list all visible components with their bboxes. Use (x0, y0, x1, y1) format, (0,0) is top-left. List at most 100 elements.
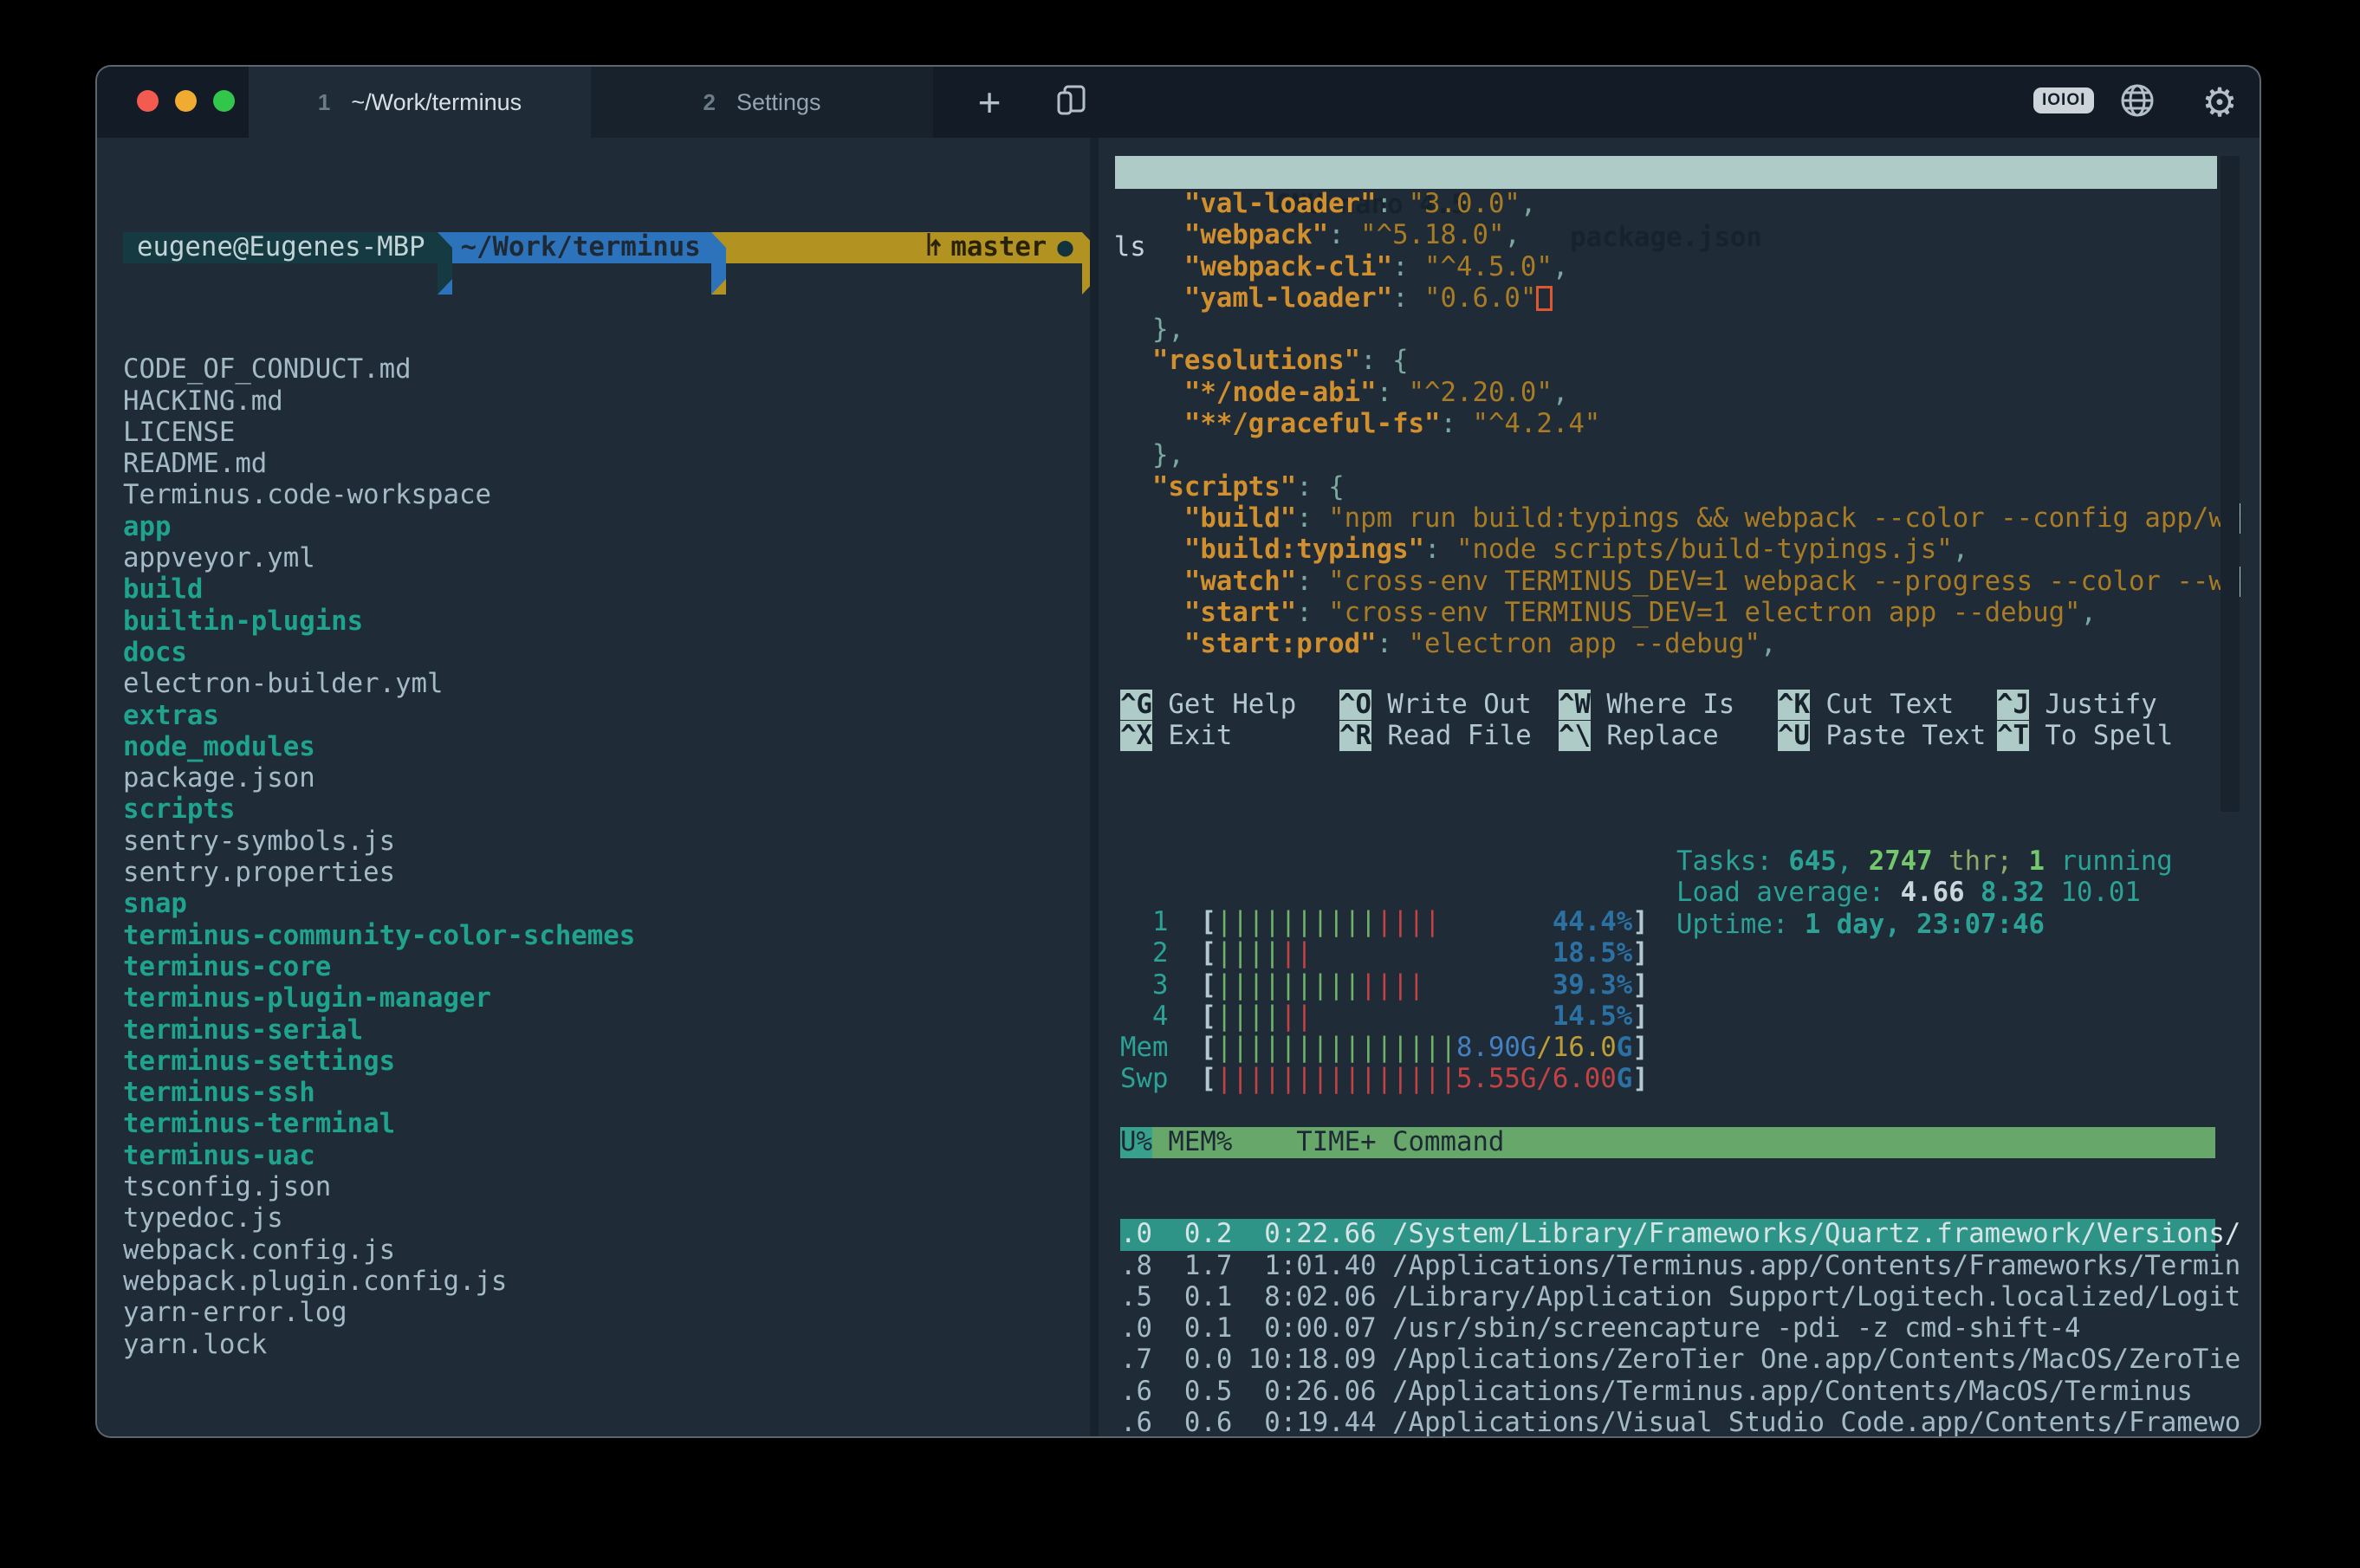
file-entry: sentry-symbols.js (123, 826, 1090, 858)
network-button[interactable] (2111, 67, 2163, 138)
nano-line: "build:typings": "node scripts/build-typ… (1120, 535, 2240, 566)
scrollbar[interactable] (2221, 156, 2240, 812)
file-entry: HACKING.md (123, 386, 1090, 418)
prompt-git-segment: master ● (726, 232, 1082, 263)
process-row: .0 0.1 0:00.07 /usr/sbin/screencapture -… (1120, 1313, 2215, 1344)
nano-line: "val-loader": "3.0.0", (1120, 189, 2240, 220)
process-row: .5 0.1 8:02.06 /Library/Application Supp… (1120, 1282, 2215, 1313)
process-table-header: U% MEM% TIME+ Command (1120, 1127, 2215, 1158)
directory-entry: build (123, 574, 1090, 606)
directory-entry: terminus-serial (123, 1015, 1090, 1046)
process-table: U% MEM% TIME+ Command .0 0.2 0:22.66 /Sy… (1120, 1066, 2215, 1438)
nano-line: "webpack-cli": "^4.5.0", (1120, 252, 2240, 283)
git-dirty-dot: ● (1057, 232, 1073, 263)
nano-line: "watch": "cross-env TERMINUS_DEV=1 webpa… (1120, 567, 2240, 598)
file-entry: appveyor.yml (123, 543, 1090, 574)
nano-line: "start:prod": "electron app --debug", (1120, 629, 2240, 660)
directory-entry: terminus-plugin-manager (123, 983, 1090, 1014)
pane-divider[interactable] (1090, 138, 1099, 1436)
directory-entry: terminus-uac (123, 1141, 1090, 1172)
directory-entry: terminus-settings (123, 1046, 1090, 1078)
meter-3: 3[|||||||||||||39.3%] (1120, 970, 2215, 1001)
gear-icon: ⚙ (2201, 79, 2237, 126)
nano-shortcut: ^J Justify (1997, 690, 2216, 721)
tasks-line: Uptime: 1 day, 23:07:46 (1676, 910, 2173, 941)
tasks-summary: Tasks: 645, 2747 thr; 1 runningLoad aver… (1676, 846, 2173, 941)
serial-badge[interactable]: IOIOI (2033, 87, 2094, 113)
file-entry: webpack.plugin.config.js (123, 1267, 1090, 1298)
meter-2: 2[||||||18.5%] (1120, 938, 2215, 969)
ls-output: CODE_OF_CONDUCT.mdHACKING.mdLICENSEREADM… (123, 354, 1090, 1361)
nano-shortcut: ^T To Spell (1997, 721, 2216, 752)
nano-line: "start": "cross-env TERMINUS_DEV=1 elect… (1120, 598, 2240, 629)
maximize-button[interactable] (213, 90, 235, 112)
meter-4: 4[||||||14.5%] (1120, 1001, 2215, 1033)
directory-entry: docs (123, 638, 1090, 669)
nano-line: }, (1120, 440, 2240, 471)
git-branch-icon (731, 1419, 943, 1438)
directory-entry: builtin-plugins (123, 606, 1090, 638)
file-entry: yarn-error.log (123, 1298, 1090, 1329)
settings-button[interactable]: ⚙ (2194, 67, 2246, 138)
file-entry: typedoc.js (123, 1203, 1090, 1234)
directory-entry: terminus-core (123, 952, 1090, 983)
htop-panel: 1[||||||||||||||44.4%] 2[||||||18.5%] 3[… (1120, 846, 2215, 1217)
git-branch-icon (731, 199, 943, 296)
process-row: .0 0.2 0:22.66 /System/Library/Framework… (1120, 1219, 2215, 1250)
nano-cursor (1536, 286, 1553, 311)
directory-entry: scripts (123, 794, 1090, 826)
file-entry: sentry.properties (123, 858, 1090, 889)
nano-titlebar: GNU nano 4.5 package.json (1115, 156, 2217, 189)
directory-entry: terminus-community-color-schemes (123, 921, 1090, 952)
left-terminal-pane[interactable]: eugene@Eugenes-MBP ~/Work/terminus maste… (97, 138, 1090, 1436)
tab-work-terminus[interactable]: 1 ~/Work/terminus (249, 67, 591, 138)
nano-line: "*/node-abi": "^2.20.0", (1120, 378, 2240, 409)
shortcut-row: ^X Exit^R Read File^\ Replace^U Paste Te… (1120, 721, 2216, 752)
nano-shortcut: ^U Paste Text (1778, 721, 1997, 752)
tab-settings[interactable]: 2 Settings (591, 67, 933, 138)
tab-title: ~/Work/terminus (351, 89, 522, 116)
terminus-window: 1 ~/Work/terminus 2 Settings + IOIOI (95, 65, 2261, 1438)
powerline-arrow (711, 232, 726, 295)
directory-entry: snap (123, 889, 1090, 920)
nano-line: "build": "npm run build:typings && webpa… (1120, 503, 2240, 535)
close-button[interactable] (137, 90, 159, 112)
file-entry: webpack.config.js (123, 1235, 1090, 1267)
terminal-content: eugene@Eugenes-MBP ~/Work/terminus maste… (97, 138, 2260, 1436)
split-pane-button[interactable] (1041, 67, 1102, 138)
shell-prompt: eugene@Eugenes-MBP ~/Work/terminus maste… (123, 232, 1090, 263)
prompt-user-segment: eugene@Eugenes-MBP (123, 232, 438, 263)
directory-entry: terminus-terminal (123, 1109, 1090, 1140)
globe-icon (2117, 81, 2157, 125)
nano-shortcut: ^R Read File (1339, 721, 1559, 752)
file-entry: README.md (123, 449, 1090, 480)
process-rows: .0 0.2 0:22.66 /System/Library/Framework… (1120, 1219, 2215, 1438)
tasks-line: Load average: 4.66 8.32 10.01 (1676, 878, 2173, 909)
right-terminal-pane[interactable]: GNU nano 4.5 package.json "val-loader": … (1099, 138, 2260, 1436)
titlebar: 1 ~/Work/terminus 2 Settings + IOIOI (97, 67, 2260, 138)
file-entry: CODE_OF_CONDUCT.md (123, 354, 1090, 386)
tab-number: 2 (703, 89, 715, 116)
nano-shortcut: ^K Cut Text (1778, 690, 1997, 721)
prompt-path-segment: ~/Work/terminus (452, 232, 711, 263)
serial-icon: IOIOI (2042, 91, 2085, 110)
shortcut-row: ^G Get Help^O Write Out^W Where Is^K Cut… (1120, 690, 2216, 721)
nano-shortcut: ^W Where Is (1559, 690, 1778, 721)
nano-shortcut: ^X Exit (1120, 721, 1339, 752)
git-branch-name: master (950, 232, 1047, 263)
nano-shortcut: ^\ Replace (1559, 721, 1778, 752)
file-entry: Terminus.code-workspace (123, 480, 1090, 511)
file-entry: yarn.lock (123, 1330, 1090, 1361)
minimize-button[interactable] (175, 90, 197, 112)
meter-mem: Mem[|||||||||||||||8.90G/16.0G] (1120, 1033, 2215, 1064)
file-entry: electron-builder.yml (123, 669, 1090, 700)
directory-entry: app (123, 512, 1090, 543)
nano-line: "scripts": { (1120, 472, 2240, 503)
process-row: .8 1.7 1:01.40 /Applications/Terminus.ap… (1120, 1251, 2215, 1282)
nano-shortcut-bar: ^G Get Help^O Write Out^W Where Is^K Cut… (1120, 690, 2216, 753)
directory-entry: node_modules (123, 732, 1090, 763)
new-tab-button[interactable]: + (963, 67, 1015, 138)
file-entry: package.json (123, 763, 1090, 794)
nano-shortcut: ^O Write Out (1339, 690, 1559, 721)
process-row: .6 0.6 0:19.44 /Applications/Visual Stud… (1120, 1408, 2215, 1438)
